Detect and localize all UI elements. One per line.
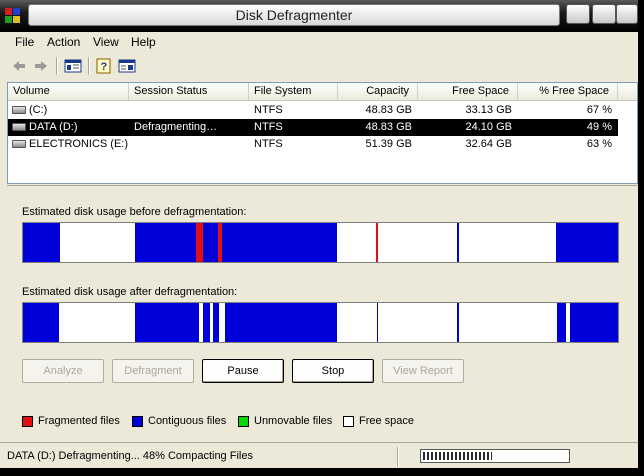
show-hide-tree-icon[interactable] <box>64 57 82 75</box>
legend-unmovable-label: Unmovable files <box>254 415 333 427</box>
disk-defragmenter-window: Disk Defragmenter File Action View Help … <box>0 0 638 476</box>
view-report-button[interactable]: View Report <box>382 359 464 383</box>
column-header-capacity[interactable]: Capacity <box>338 83 418 101</box>
fragmented-swatch <box>22 416 33 427</box>
status-bar: DATA (D:) Defragmenting... 48% Compactin… <box>0 442 638 468</box>
capacity: 48.83 GB <box>365 121 412 133</box>
contiguous-segment <box>457 223 459 262</box>
volume-list-header: Volume Session Status File System Capaci… <box>8 83 637 101</box>
legend-fragmented-label: Fragmented files <box>38 415 120 427</box>
volume-name: ELECTRONICS (E:) <box>29 138 129 150</box>
menu-help[interactable]: Help <box>131 35 156 49</box>
window-title: Disk Defragmenter <box>28 4 560 26</box>
contiguous-segment <box>222 223 338 262</box>
contiguous-segment <box>203 303 211 342</box>
toolbar-separator <box>56 57 58 75</box>
free-space: 32.64 GB <box>465 138 512 150</box>
file-system: NTFS <box>254 138 283 150</box>
menu-bar: File Action View Help <box>0 32 638 52</box>
column-header-volume[interactable]: Volume <box>8 83 129 101</box>
contiguous-segment <box>570 303 618 342</box>
stop-button[interactable]: Stop <box>292 359 374 383</box>
properties-icon[interactable] <box>118 57 136 75</box>
volume-name: (C:) <box>29 104 48 116</box>
minimize-button[interactable] <box>566 4 590 24</box>
volume-name: DATA (D:) <box>29 121 78 133</box>
percent-free-space: 63 % <box>586 138 612 150</box>
legend-free-space: Free space <box>343 415 433 429</box>
contiguous-segment <box>556 223 618 262</box>
pause-button[interactable]: Pause <box>202 359 284 383</box>
close-button[interactable] <box>616 4 638 24</box>
after-defrag-disk-map <box>22 302 619 343</box>
contiguous-segment <box>23 303 59 342</box>
file-system: NTFS <box>254 121 283 133</box>
legend-unmovable: Unmovable files <box>238 415 338 429</box>
screen-bottom-strip <box>0 468 644 476</box>
contiguous-segment <box>134 223 196 262</box>
contiguous-segment <box>556 303 566 342</box>
column-header-session-status[interactable]: Session Status <box>129 83 249 101</box>
status-separator <box>397 447 399 467</box>
hard-drive-icon <box>12 106 26 114</box>
contiguous-segment <box>225 303 338 342</box>
progress-fill <box>423 452 493 460</box>
forward-arrow-icon[interactable] <box>32 57 50 75</box>
help-icon[interactable]: ? <box>95 57 113 75</box>
before-defrag-disk-map <box>22 222 619 263</box>
volume-row-e[interactable]: ELECTRONICS (E:) NTFS 51.39 GB 32.64 GB … <box>8 136 618 153</box>
menu-action[interactable]: Action <box>47 35 80 49</box>
legend-contiguous: Contiguous files <box>132 415 242 429</box>
session-status: Defragmenting… <box>134 121 218 133</box>
title-bar[interactable]: Disk Defragmenter <box>0 0 638 32</box>
hard-drive-icon <box>12 123 26 131</box>
toolbar: ? <box>0 52 638 80</box>
menu-view[interactable]: View <box>93 35 119 49</box>
contiguous-segment <box>457 303 459 342</box>
analyze-button[interactable]: Analyze <box>22 359 104 383</box>
volume-row-d[interactable]: DATA (D:) Defragmenting… NTFS 48.83 GB 2… <box>8 119 618 136</box>
unmovable-swatch <box>238 416 249 427</box>
defragmenter-app-icon <box>5 8 20 23</box>
menu-file[interactable]: File <box>15 35 34 49</box>
legend-contiguous-label: Contiguous files <box>148 415 227 427</box>
capacity: 51.39 GB <box>365 138 412 150</box>
contiguous-segment <box>134 303 200 342</box>
column-header-file-system[interactable]: File System <box>249 83 338 101</box>
legend-fragmented: Fragmented files <box>22 415 132 429</box>
before-defrag-label: Estimated disk usage before defragmentat… <box>22 206 247 218</box>
contiguous-swatch <box>132 416 143 427</box>
capacity: 48.83 GB <box>365 104 412 116</box>
contiguous-segment <box>377 303 379 342</box>
toolbar-separator <box>88 57 90 75</box>
free-space: 33.13 GB <box>465 104 512 116</box>
free-space: 24.10 GB <box>465 121 512 133</box>
column-header-percent-free-space[interactable]: % Free Space <box>518 83 618 101</box>
volume-list[interactable]: Volume Session Status File System Capaci… <box>7 82 638 184</box>
after-defrag-label: Estimated disk usage after defragmentati… <box>22 286 238 298</box>
analysis-display-panel: Estimated disk usage before defragmentat… <box>7 185 638 440</box>
contiguous-segment <box>212 303 220 342</box>
column-header-free-space[interactable]: Free Space <box>418 83 518 101</box>
fragmented-segment <box>375 223 378 262</box>
percent-free-space: 67 % <box>586 104 612 116</box>
contiguous-segment <box>23 223 60 262</box>
volume-row-c[interactable]: (C:) NTFS 48.83 GB 33.13 GB 67 % <box>8 102 618 119</box>
defrag-progress-bar <box>420 449 570 463</box>
maximize-button[interactable] <box>592 4 616 24</box>
free-space-swatch <box>343 416 354 427</box>
fragmented-segment <box>195 223 203 262</box>
status-text: DATA (D:) Defragmenting... 48% Compactin… <box>7 450 253 462</box>
file-system: NTFS <box>254 104 283 116</box>
hard-drive-icon <box>12 140 26 148</box>
svg-text:?: ? <box>101 61 108 73</box>
defragment-button[interactable]: Defragment <box>112 359 194 383</box>
screen-edge <box>638 0 644 476</box>
contiguous-segment <box>202 223 218 262</box>
back-arrow-icon[interactable] <box>10 57 28 75</box>
percent-free-space: 49 % <box>586 121 612 133</box>
legend-free-space-label: Free space <box>359 415 415 427</box>
